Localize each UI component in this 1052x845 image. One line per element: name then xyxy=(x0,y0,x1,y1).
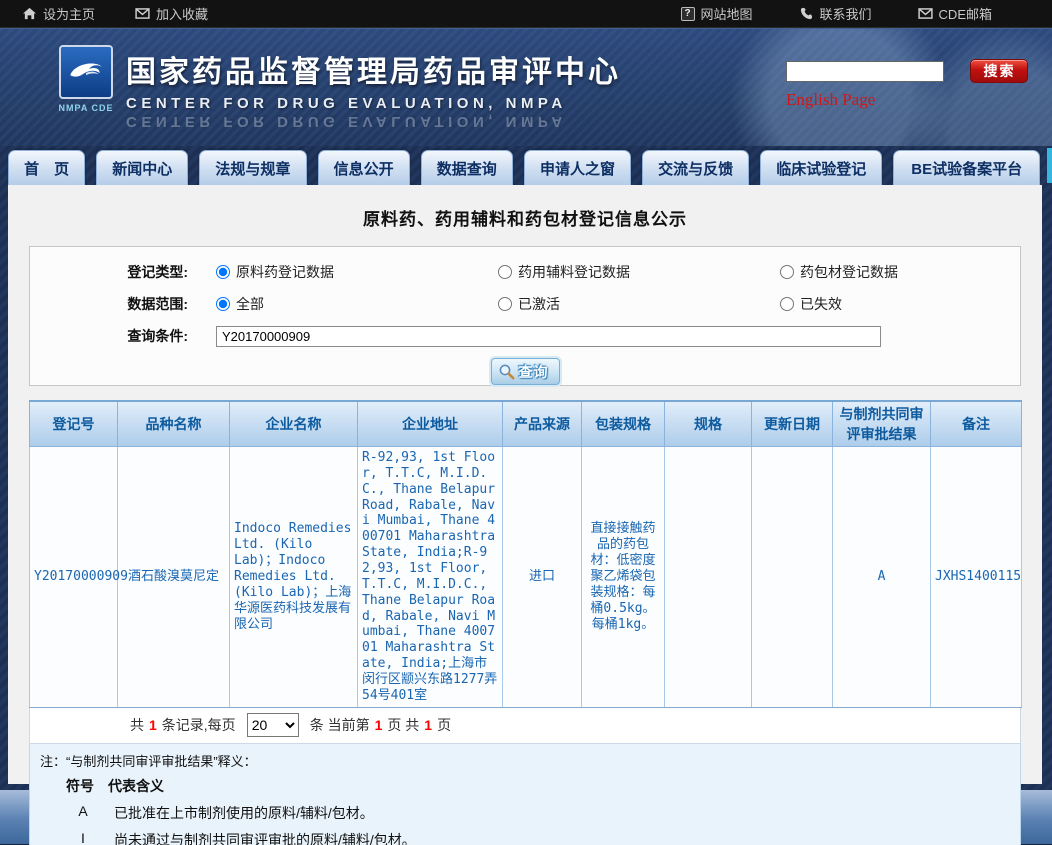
cde-logo-mark xyxy=(59,45,113,99)
radio-excipient[interactable]: 药用辅料登记数据 xyxy=(498,262,780,282)
phone-icon xyxy=(799,7,814,20)
main-nav: 首 页 新闻中心 法规与规章 信息公开 数据查询 申请人之窗 交流与反馈 临床试… xyxy=(0,146,1052,185)
total-records: 1 xyxy=(149,717,157,733)
tab-info-disclosure[interactable]: 信息公开 xyxy=(318,150,410,185)
col-reg-number: 登记号 xyxy=(30,401,118,447)
query-condition-input[interactable] xyxy=(216,326,881,347)
tab-be-platform[interactable]: BE试验备案平台 xyxy=(893,150,1040,185)
pagination-bar: 共 1 条记录,每页 20 条 当前第 1 页 共 1 页 xyxy=(29,708,1021,744)
radio-activated-input[interactable] xyxy=(498,297,512,311)
col-product-name: 品种名称 xyxy=(118,401,230,447)
sitemap-label: 网站地图 xyxy=(701,4,753,23)
radio-all[interactable]: 全部 xyxy=(216,294,498,314)
radio-all-input[interactable] xyxy=(216,297,230,311)
sitemap-link[interactable]: ? 网站地图 xyxy=(681,4,753,23)
total-pages: 1 xyxy=(424,717,432,733)
cell-company-address: R-92,93, 1st Floor, T.T.C, M.I.D.C., Tha… xyxy=(358,447,503,708)
col-company-name: 企业名称 xyxy=(230,401,358,447)
tab-data-query[interactable]: 数据查询 xyxy=(421,150,513,185)
cell-reg-number: Y20170000909 xyxy=(30,447,118,708)
legend-notes: 注：“与制剂共同审评审批结果”释义： 符号 代表含义 A 已批准在上市制剂使用的… xyxy=(29,744,1021,845)
utility-bar: 设为主页 加入收藏 ? 网站地图 联系我们 CDE邮箱 xyxy=(0,0,1052,28)
table-row: Y20170000909 酒石酸溴莫尼定 Indoco Remedies Ltd… xyxy=(30,447,1022,708)
tab-news[interactable]: 新闻中心 xyxy=(96,150,188,185)
meaning-header: 代表含义 xyxy=(108,776,164,796)
col-update-date: 更新日期 xyxy=(752,401,833,447)
radio-activated[interactable]: 已激活 xyxy=(498,294,780,314)
cell-joint-review-result: A xyxy=(833,447,931,708)
col-packaging-spec: 包装规格 xyxy=(582,401,665,447)
note-item-a: A 已批准在上市制剂使用的原料/辅料/包材。 xyxy=(66,803,1010,823)
tab-regulations[interactable]: 法规与规章 xyxy=(199,150,306,185)
symbol-header: 符号 xyxy=(66,776,94,796)
tab-home[interactable]: 首 页 xyxy=(8,150,85,185)
mail-icon xyxy=(918,7,933,20)
cell-packaging-spec: 直接接触药品的药包材：低密度聚乙烯袋包装规格：每桶0.5kg。每桶1kg。 xyxy=(582,447,665,708)
col-joint-review-result: 与制剂共同审评审批结果 xyxy=(833,401,931,447)
envelope-icon xyxy=(135,7,150,20)
notes-title: 注：“与制剂共同审评审批结果”释义： xyxy=(40,751,1010,770)
current-page: 1 xyxy=(375,717,383,733)
cell-product-source: 进口 xyxy=(503,447,582,708)
col-remark: 备注 xyxy=(931,401,1022,447)
cde-mail-link[interactable]: CDE邮箱 xyxy=(918,4,992,23)
note-item-i: I 尚未通过与制剂共同审评审批的原料/辅料/包材。 xyxy=(66,830,1010,845)
page-size-select[interactable]: 20 xyxy=(247,713,299,737)
site-title-en-reflection: CENTER FOR DRUG EVALUATION, NMPA xyxy=(126,113,621,130)
cell-spec xyxy=(665,447,752,708)
main-content: 原料药、药用辅料和药包材登记信息公示 登记类型: 原料药登记数据 药用辅料登记数… xyxy=(8,185,1042,784)
set-home-link[interactable]: 设为主页 xyxy=(22,4,95,23)
add-favorite-label: 加入收藏 xyxy=(156,4,208,23)
cell-product-name: 酒石酸溴莫尼定 xyxy=(118,447,230,708)
query-condition-label: 查询条件: xyxy=(30,326,188,346)
data-range-label: 数据范围: xyxy=(30,294,188,314)
nav-accent-strip xyxy=(1047,148,1052,183)
magnifier-icon xyxy=(498,363,516,381)
col-company-address: 企业地址 xyxy=(358,401,503,447)
radio-packaging[interactable]: 药包材登记数据 xyxy=(780,262,898,282)
cell-company-name: Indoco Remedies Ltd. (Kilo Lab)；Indoco R… xyxy=(230,447,358,708)
radio-invalid-input[interactable] xyxy=(780,297,794,311)
contact-link[interactable]: 联系我们 xyxy=(799,4,872,23)
home-icon xyxy=(22,7,37,20)
site-header: NMPA CDE 国家药品监督管理局药品审评中心 CENTER FOR DRUG… xyxy=(0,28,1052,146)
tab-clinical-trial[interactable]: 临床试验登记 xyxy=(760,150,882,185)
site-title-cn: 国家药品监督管理局药品审评中心 xyxy=(126,47,621,91)
page-title: 原料药、药用辅料和药包材登记信息公示 xyxy=(8,185,1042,230)
site-search-button[interactable]: 搜索 xyxy=(970,59,1028,83)
contact-label: 联系我们 xyxy=(820,4,872,23)
query-form: 登记类型: 原料药登记数据 药用辅料登记数据 药包材登记数据 数据范围: xyxy=(29,246,1021,386)
cell-remark: JXHS1400115 xyxy=(931,447,1022,708)
radio-excipient-input[interactable] xyxy=(498,265,512,279)
radio-invalid[interactable]: 已失效 xyxy=(780,294,842,314)
radio-packaging-input[interactable] xyxy=(780,265,794,279)
results-table: 登记号 品种名称 企业名称 企业地址 产品来源 包装规格 规格 更新日期 与制剂… xyxy=(29,400,1022,708)
english-page-link[interactable]: English Page xyxy=(786,90,875,110)
tab-applicant-window[interactable]: 申请人之窗 xyxy=(524,150,631,185)
table-header-row: 登记号 品种名称 企业名称 企业地址 产品来源 包装规格 规格 更新日期 与制剂… xyxy=(30,401,1022,447)
cde-logo: NMPA CDE xyxy=(56,45,116,113)
col-spec: 规格 xyxy=(665,401,752,447)
tab-feedback[interactable]: 交流与反馈 xyxy=(642,150,749,185)
set-home-label: 设为主页 xyxy=(43,4,95,23)
query-submit-button[interactable]: 查询 xyxy=(491,358,560,385)
site-search-input[interactable] xyxy=(786,61,944,82)
logo-caption: NMPA CDE xyxy=(56,103,116,113)
col-product-source: 产品来源 xyxy=(503,401,582,447)
site-title-en: CENTER FOR DRUG EVALUATION, NMPA xyxy=(126,95,621,112)
cde-mail-label: CDE邮箱 xyxy=(939,4,992,23)
logo-swoosh xyxy=(65,51,107,93)
radio-raw-material-input[interactable] xyxy=(216,265,230,279)
add-favorite-link[interactable]: 加入收藏 xyxy=(135,4,208,23)
reg-type-label: 登记类型: xyxy=(30,262,188,282)
radio-raw-material[interactable]: 原料药登记数据 xyxy=(216,262,498,282)
question-icon: ? xyxy=(681,7,695,21)
cell-update-date xyxy=(752,447,833,708)
